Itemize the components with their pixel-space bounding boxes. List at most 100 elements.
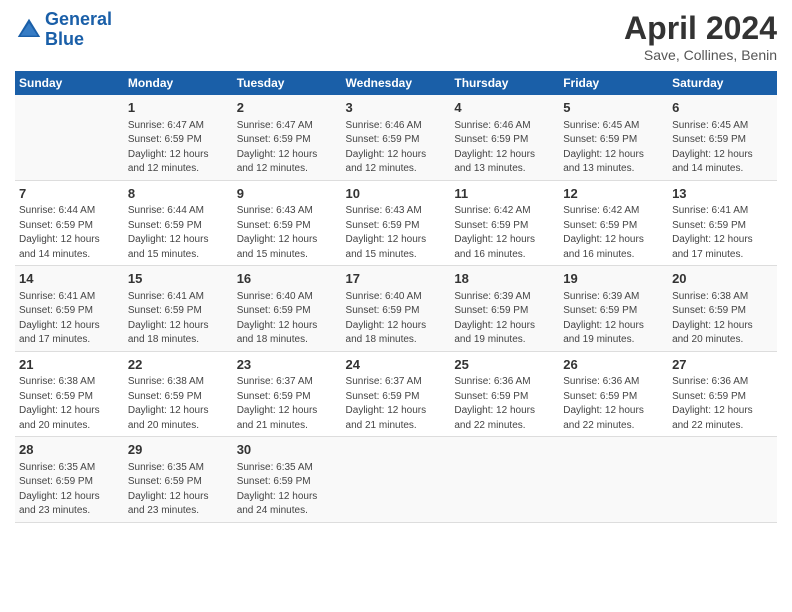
day-info: Sunrise: 6:41 AM Sunset: 6:59 PM Dayligh… — [672, 205, 753, 260]
day-info: Sunrise: 6:39 AM Sunset: 6:59 PM Dayligh… — [563, 291, 644, 346]
calendar-cell: 15 Sunrise: 6:41 AM Sunset: 6:59 PM Dayli… — [124, 266, 233, 352]
calendar-week-5: 28Sunrise: 6:35 AM Sunset: 6:59 PM Dayli… — [15, 437, 777, 523]
day-number: 17 — [346, 270, 447, 288]
day-info: Sunrise: 6:41 AM Sunset: 6:59 PM Dayligh… — [128, 291, 209, 346]
day-number: 13 — [672, 185, 773, 203]
location: Save, Collines, Benin — [624, 47, 777, 63]
day-number: 22 — [128, 356, 229, 374]
day-number: 8 — [128, 185, 229, 203]
day-info: Sunrise: 6:47 AM Sunset: 6:59 PM Dayligh… — [237, 120, 318, 175]
day-number: 1 — [128, 99, 229, 117]
day-info: Sunrise: 6:37 AM Sunset: 6:59 PM Dayligh… — [237, 376, 318, 431]
day-info: Sunrise: 6:35 AM Sunset: 6:59 PM Dayligh… — [19, 462, 100, 517]
day-info: Sunrise: 6:44 AM Sunset: 6:59 PM Dayligh… — [19, 205, 100, 260]
day-info: Sunrise: 6:36 AM Sunset: 6:59 PM Dayligh… — [454, 376, 535, 431]
day-info: Sunrise: 6:42 AM Sunset: 6:59 PM Dayligh… — [454, 205, 535, 260]
calendar-cell — [559, 437, 668, 523]
weekday-header-friday: Friday — [559, 71, 668, 95]
calendar-cell: 5 Sunrise: 6:45 AM Sunset: 6:59 PM Daylig… — [559, 95, 668, 180]
calendar-cell: 21Sunrise: 6:38 AM Sunset: 6:59 PM Dayli… — [15, 351, 124, 437]
page-header: General Blue April 2024 Save, Collines, … — [15, 10, 777, 63]
weekday-header-tuesday: Tuesday — [233, 71, 342, 95]
day-info: Sunrise: 6:46 AM Sunset: 6:59 PM Dayligh… — [454, 120, 535, 175]
day-number: 20 — [672, 270, 773, 288]
calendar-cell: 11 Sunrise: 6:42 AM Sunset: 6:59 PM Dayli… — [450, 180, 559, 266]
day-number: 27 — [672, 356, 773, 374]
calendar-week-3: 14 Sunrise: 6:41 AM Sunset: 6:59 PM Dayli… — [15, 266, 777, 352]
calendar-week-1: 1 Sunrise: 6:47 AM Sunset: 6:59 PM Daylig… — [15, 95, 777, 180]
day-info: Sunrise: 6:44 AM Sunset: 6:59 PM Dayligh… — [128, 205, 209, 260]
calendar-cell: 17Sunrise: 6:40 AM Sunset: 6:59 PM Dayli… — [342, 266, 451, 352]
day-info: Sunrise: 6:38 AM Sunset: 6:59 PM Dayligh… — [672, 291, 753, 346]
calendar-week-4: 21 Sunrise: 6:38 AM Sunset: 6:59 PM Dayli… — [15, 351, 777, 437]
calendar-cell: 3Sunrise: 6:46 AM Sunset: 6:59 PM Daylig… — [342, 95, 451, 180]
calendar-cell — [342, 437, 451, 523]
calendar-cell — [450, 437, 559, 523]
calendar-cell: 25 Sunrise: 6:36 AM Sunset: 6:59 PM Dayli… — [450, 351, 559, 437]
month-title: April 2024 — [624, 10, 777, 47]
calendar-cell: 22 Sunrise: 6:38 AM Sunset: 6:59 PM Dayli… — [124, 351, 233, 437]
calendar-cell: 4Sunrise: 6:46 AM Sunset: 6:59 PM Daylig… — [450, 95, 559, 180]
day-info: Sunrise: 6:35 AM Sunset: 6:59 PM Dayligh… — [237, 462, 318, 517]
day-number: 25 — [454, 356, 555, 374]
day-info: Sunrise: 6:43 AM Sunset: 6:59 PM Dayligh… — [237, 205, 318, 260]
calendar-cell: 28Sunrise: 6:35 AM Sunset: 6:59 PM Dayli… — [15, 437, 124, 523]
day-number: 10 — [346, 185, 447, 203]
logo: General Blue — [15, 10, 112, 50]
calendar-cell: 19 Sunrise: 6:39 AM Sunset: 6:59 PM Dayli… — [559, 266, 668, 352]
calendar-body: 1 Sunrise: 6:47 AM Sunset: 6:59 PM Daylig… — [15, 95, 777, 522]
calendar-cell — [668, 437, 777, 523]
day-info: Sunrise: 6:45 AM Sunset: 6:59 PM Dayligh… — [563, 120, 644, 175]
calendar-cell: 12 Sunrise: 6:42 AM Sunset: 6:59 PM Dayli… — [559, 180, 668, 266]
calendar-cell: 29Sunrise: 6:35 AM Sunset: 6:59 PM Dayli… — [124, 437, 233, 523]
calendar-cell: 6 Sunrise: 6:45 AM Sunset: 6:59 PM Daylig… — [668, 95, 777, 180]
day-number: 23 — [237, 356, 338, 374]
weekday-header-thursday: Thursday — [450, 71, 559, 95]
day-info: Sunrise: 6:38 AM Sunset: 6:59 PM Dayligh… — [128, 376, 209, 431]
day-info: Sunrise: 6:41 AM Sunset: 6:59 PM Dayligh… — [19, 291, 100, 346]
day-info: Sunrise: 6:36 AM Sunset: 6:59 PM Dayligh… — [672, 376, 753, 431]
day-number: 15 — [128, 270, 229, 288]
calendar-cell: 18Sunrise: 6:39 AM Sunset: 6:59 PM Dayli… — [450, 266, 559, 352]
day-number: 6 — [672, 99, 773, 117]
calendar-cell: 7 Sunrise: 6:44 AM Sunset: 6:59 PM Daylig… — [15, 180, 124, 266]
weekday-header-saturday: Saturday — [668, 71, 777, 95]
logo-line1: General — [45, 9, 112, 29]
weekday-header-monday: Monday — [124, 71, 233, 95]
logo-icon — [15, 16, 43, 44]
day-info: Sunrise: 6:46 AM Sunset: 6:59 PM Dayligh… — [346, 120, 427, 175]
calendar-cell: 2Sunrise: 6:47 AM Sunset: 6:59 PM Daylig… — [233, 95, 342, 180]
day-number: 12 — [563, 185, 664, 203]
day-number: 5 — [563, 99, 664, 117]
calendar-cell: 13 Sunrise: 6:41 AM Sunset: 6:59 PM Dayli… — [668, 180, 777, 266]
weekday-header-sunday: Sunday — [15, 71, 124, 95]
day-number: 7 — [19, 185, 120, 203]
calendar-cell: 9 Sunrise: 6:43 AM Sunset: 6:59 PM Daylig… — [233, 180, 342, 266]
calendar-table: SundayMondayTuesdayWednesdayThursdayFrid… — [15, 71, 777, 523]
calendar-cell: 8 Sunrise: 6:44 AM Sunset: 6:59 PM Daylig… — [124, 180, 233, 266]
calendar-cell — [15, 95, 124, 180]
logo-line2: Blue — [45, 29, 84, 49]
title-block: April 2024 Save, Collines, Benin — [624, 10, 777, 63]
calendar-cell: 24Sunrise: 6:37 AM Sunset: 6:59 PM Dayli… — [342, 351, 451, 437]
calendar-cell: 26 Sunrise: 6:36 AM Sunset: 6:59 PM Dayli… — [559, 351, 668, 437]
day-info: Sunrise: 6:40 AM Sunset: 6:59 PM Dayligh… — [237, 291, 318, 346]
calendar-cell: 14 Sunrise: 6:41 AM Sunset: 6:59 PM Dayli… — [15, 266, 124, 352]
day-info: Sunrise: 6:37 AM Sunset: 6:59 PM Dayligh… — [346, 376, 427, 431]
day-number: 29 — [128, 441, 229, 459]
day-number: 21 — [19, 356, 120, 374]
logo-text: General Blue — [45, 10, 112, 50]
day-number: 30 — [237, 441, 338, 459]
day-number: 11 — [454, 185, 555, 203]
day-number: 26 — [563, 356, 664, 374]
day-number: 16 — [237, 270, 338, 288]
day-number: 19 — [563, 270, 664, 288]
weekday-header-row: SundayMondayTuesdayWednesdayThursdayFrid… — [15, 71, 777, 95]
day-info: Sunrise: 6:36 AM Sunset: 6:59 PM Dayligh… — [563, 376, 644, 431]
calendar-cell: 20 Sunrise: 6:38 AM Sunset: 6:59 PM Dayli… — [668, 266, 777, 352]
day-info: Sunrise: 6:42 AM Sunset: 6:59 PM Dayligh… — [563, 205, 644, 260]
day-info: Sunrise: 6:45 AM Sunset: 6:59 PM Dayligh… — [672, 120, 753, 175]
day-number: 9 — [237, 185, 338, 203]
day-number: 14 — [19, 270, 120, 288]
calendar-cell: 27 Sunrise: 6:36 AM Sunset: 6:59 PM Dayli… — [668, 351, 777, 437]
